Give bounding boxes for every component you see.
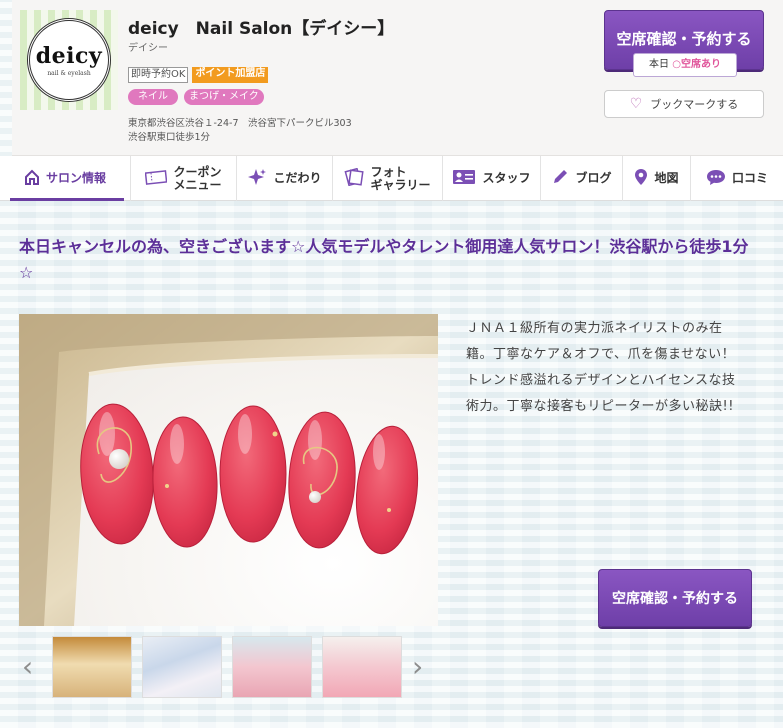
staff-card-icon <box>452 169 476 188</box>
bookmark-label: ブックマークする <box>650 98 739 111</box>
point-member-tag: ポイント加盟店 <box>192 67 269 83</box>
salon-header: deicy nail & eyelash deicy Nail Salon【デイ… <box>12 0 783 156</box>
availability-badge: 本日 ○空席あり <box>633 53 737 77</box>
thumbnail-1[interactable] <box>52 636 132 698</box>
reserve-button-label: 空席確認・予約する <box>616 30 752 48</box>
salon-description: ＪＮＡ１級所有の実力派ネイリストのみ在籍。丁寧なケア＆オフで、爪を傷ませない！ト… <box>466 321 736 414</box>
tab-salon-info[interactable]: サロン情報 <box>0 156 131 201</box>
map-pin-icon <box>634 168 648 189</box>
tab-photo-gallery[interactable]: フォト ギャラリー <box>333 156 443 201</box>
heart-icon: ♡ <box>629 96 643 112</box>
logo-subtext: nail & eyelash <box>47 70 91 77</box>
catchcopy-heading: 本日キャンセルの為、空きございます☆人気モデルやタレント御用達人気サロン！渋谷駅… <box>19 237 749 282</box>
tab-coupon-menu[interactable]: クーポン メニュー <box>131 156 237 201</box>
tab-staff[interactable]: スタッフ <box>443 156 541 201</box>
sparkle-icon <box>247 167 267 190</box>
salon-address-block: 東京都渋谷区渋谷１-24-7 渋谷宮下パークビル303 渋谷駅東口徒歩1分 <box>128 117 352 145</box>
chevron-right-icon[interactable]: › <box>412 650 423 683</box>
reserve-button-top[interactable]: 空席確認・予約する 本日 ○空席あり <box>604 10 764 77</box>
thumbnail-3[interactable] <box>232 636 312 698</box>
salon-access: 渋谷駅東口徒歩1分 <box>128 132 211 143</box>
thumbnail-4[interactable] <box>322 636 402 698</box>
salon-name: deicy Nail Salon【デイシー】 <box>128 19 395 39</box>
tab-reviews[interactable]: 口コミ <box>691 156 783 201</box>
category-tag-eyelash: まつげ・メイク <box>184 89 264 105</box>
salon-kana: デイシー <box>128 43 168 54</box>
photo-icon <box>344 167 365 189</box>
pencil-icon <box>551 168 569 189</box>
salon-address: 東京都渋谷区渋谷１-24-7 渋谷宮下パークビル303 <box>128 118 352 129</box>
salon-nav: サロン情報 クーポン メニュー こだわり フォト ギャラリー スタッフ ブログ … <box>0 156 783 201</box>
chevron-left-icon[interactable]: ‹ <box>22 650 33 683</box>
logo-text: deicy <box>35 43 103 69</box>
instant-booking-tag: 即時予約OK <box>128 67 189 83</box>
main-photo <box>19 314 438 626</box>
feature-tags: 即時予約OK ポイント加盟店 <box>128 67 269 83</box>
reserve-button-main[interactable]: 空席確認・予約する <box>598 569 752 627</box>
availability-status: ○空席あり <box>672 59 721 70</box>
today-label: 本日 <box>649 59 670 70</box>
speech-bubble-icon <box>706 168 726 189</box>
salon-logo: deicy nail & eyelash <box>20 10 118 110</box>
bookmark-button[interactable]: ♡ ブックマークする <box>604 90 764 118</box>
category-tag-nail: ネイル <box>128 89 178 105</box>
category-tags: ネイル まつげ・メイク <box>128 89 264 105</box>
tab-kodawari[interactable]: こだわり <box>237 156 333 201</box>
home-icon <box>24 169 40 188</box>
coupon-icon <box>145 169 168 188</box>
tab-blog[interactable]: ブログ <box>541 156 623 201</box>
photo-thumbnails: ‹ › <box>22 636 442 698</box>
tab-map[interactable]: 地図 <box>623 156 691 201</box>
thumbnail-2[interactable] <box>142 636 222 698</box>
nail-photo-illustration <box>19 314 438 626</box>
